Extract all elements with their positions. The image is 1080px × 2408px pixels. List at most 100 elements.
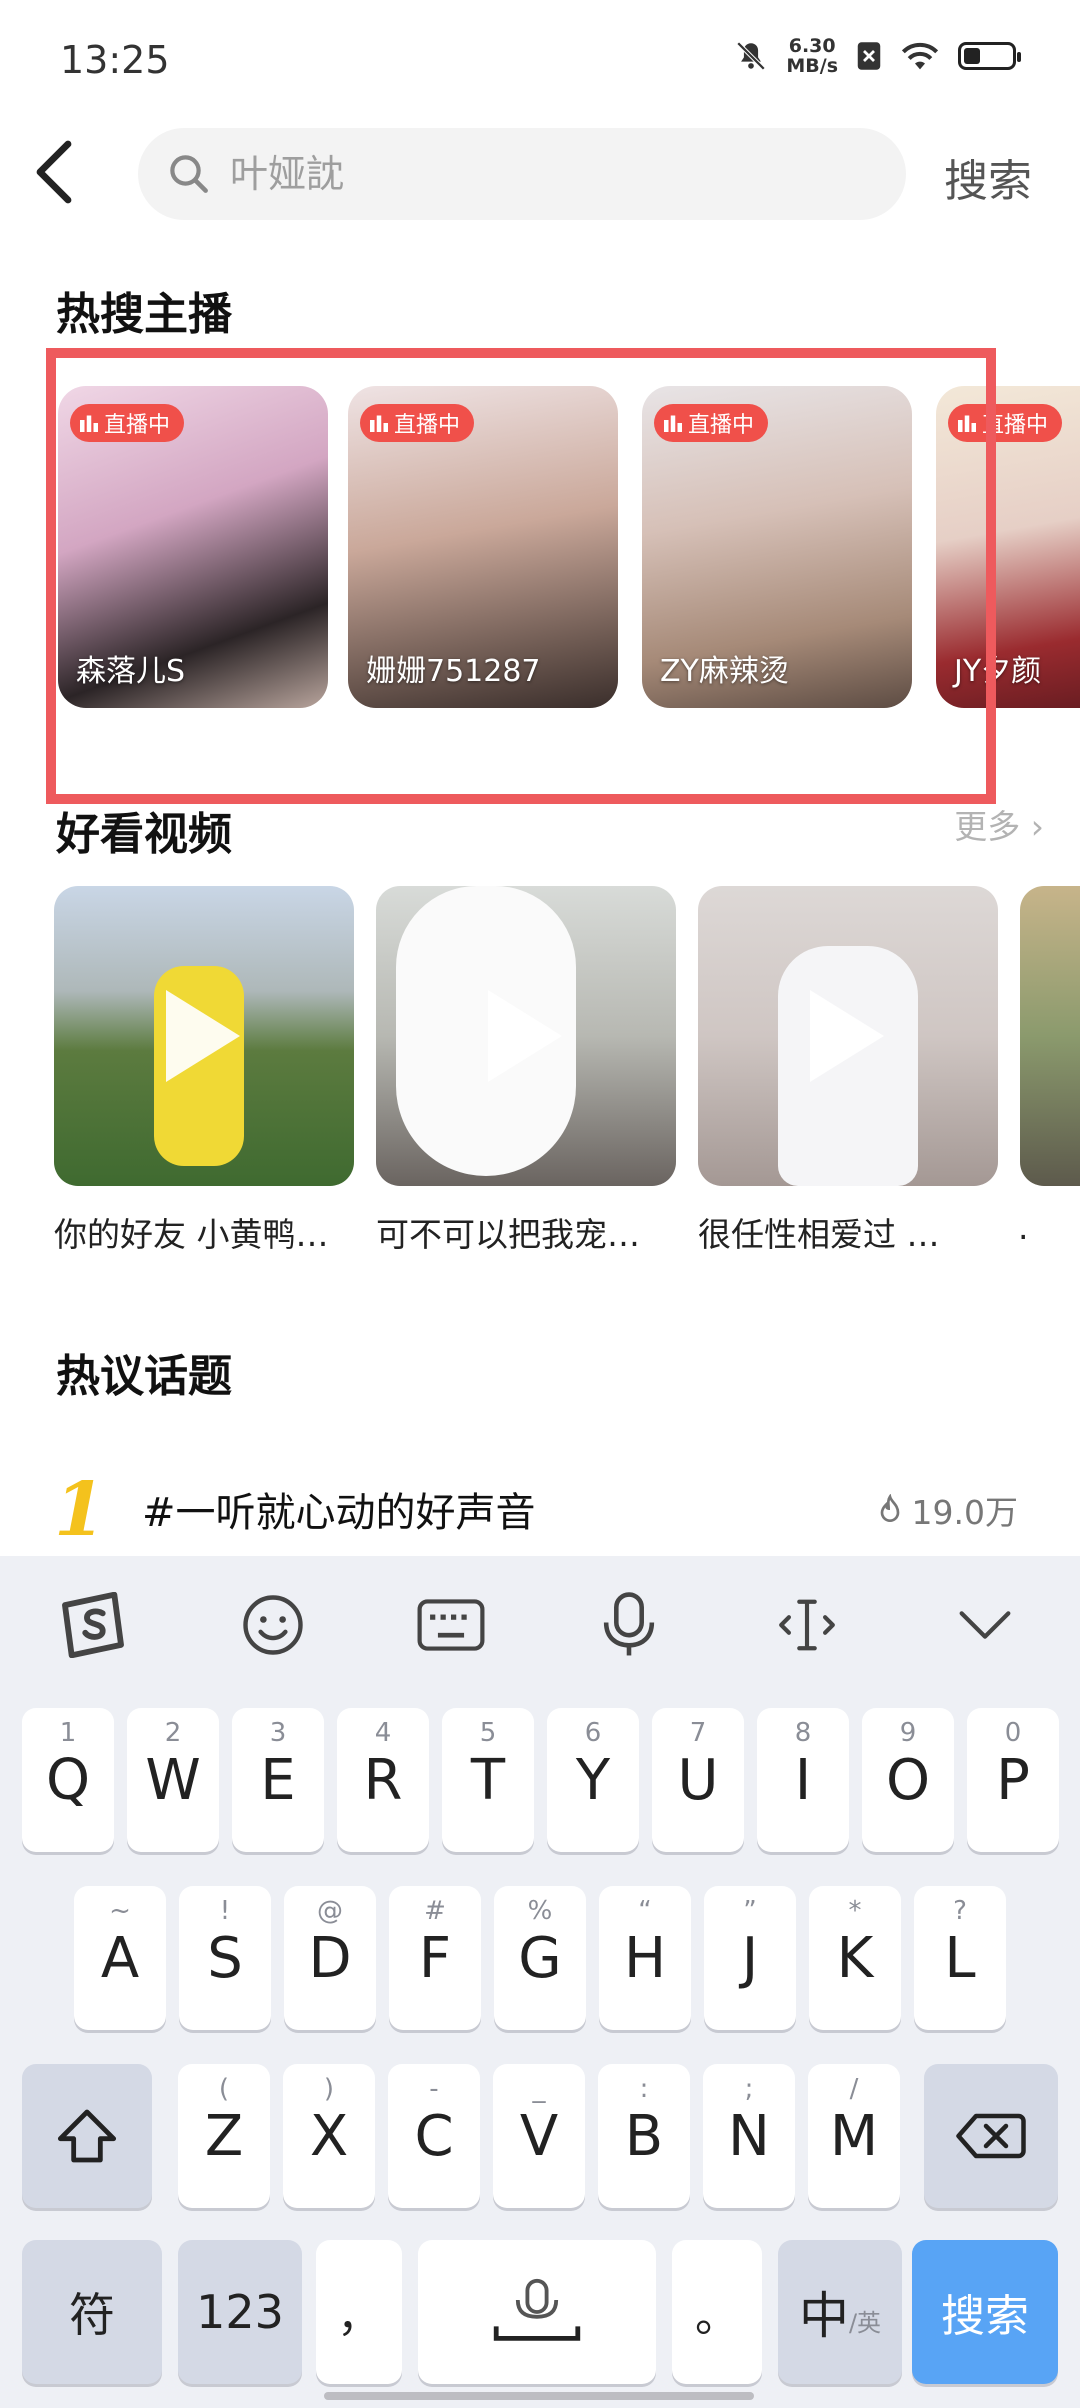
key-o[interactable]: 9O (862, 1708, 954, 1852)
symbols-key[interactable]: 符 (22, 2240, 162, 2384)
key-m[interactable]: / M (808, 2064, 900, 2208)
key-w[interactable]: 2W (127, 1708, 219, 1852)
key-e[interactable]: 3E (232, 1708, 324, 1852)
backspace-key[interactable] (924, 2064, 1058, 2208)
search-button[interactable]: 搜索 (944, 145, 1032, 209)
key-p[interactable]: 0P (967, 1708, 1059, 1852)
streamer-card[interactable]: 直播中 姗姗751287 (348, 386, 618, 708)
numbers-key[interactable]: 123 (178, 2240, 302, 2384)
topic-text[interactable]: #一听就心动的好声音 (142, 1480, 536, 1538)
smiley-icon (243, 1595, 303, 1655)
key-alt-char: “ (638, 1896, 652, 1926)
key-t[interactable]: 5T (442, 1708, 534, 1852)
key-h[interactable]: “H (599, 1886, 691, 2030)
key-v[interactable]: _ V (493, 2064, 585, 2208)
key-label: Q (45, 1747, 91, 1813)
streamer-card[interactable]: 直播中 森落儿S (58, 386, 328, 708)
play-icon (810, 990, 884, 1082)
emoji-icon[interactable] (238, 1590, 308, 1660)
key-alt-char: 9 (899, 1718, 917, 1748)
key-x[interactable]: ) X (283, 2064, 375, 2208)
mic-icon[interactable] (594, 1590, 664, 1660)
key-label: M (829, 2103, 879, 2169)
key-n[interactable]: ; N (703, 2064, 795, 2208)
key-c[interactable]: -C (388, 2064, 480, 2208)
key-z[interactable]: (Z (178, 2064, 270, 2208)
key-u[interactable]: 7U (652, 1708, 744, 1852)
key-alt-char: - (429, 2074, 439, 2104)
video-thumbnail[interactable] (1020, 886, 1080, 1186)
key-label: R (363, 1747, 403, 1813)
key-label: B (624, 2103, 664, 2169)
chevron-down-icon (959, 1611, 1011, 1639)
key-label: H (623, 1925, 667, 1991)
video-title: 你的好友 小黄鸭… (54, 1215, 329, 1254)
streamer-name: 森落儿S (76, 654, 186, 689)
key-q[interactable]: 1Q (22, 1708, 114, 1852)
video-thumbnail[interactable] (54, 886, 354, 1186)
key-d[interactable]: @ D (284, 1886, 376, 2030)
key-alt-char: 4 (374, 1718, 392, 1748)
more-videos-link[interactable]: 更多 › (954, 800, 1044, 848)
home-indicator (324, 2392, 754, 2400)
key-j[interactable]: ” J (704, 1886, 796, 2030)
live-badge: 直播中 (654, 404, 769, 442)
search-bar[interactable] (138, 128, 906, 220)
key-label: Z (204, 2103, 244, 2169)
lang-alt: /英 (848, 2308, 882, 2337)
key-label: W (145, 1747, 201, 1813)
comma-key[interactable]: ， (316, 2240, 402, 2384)
flame-icon (880, 1494, 899, 1522)
key-label: U (677, 1747, 719, 1813)
more-label: 更多 (954, 807, 1021, 846)
key-label: Y (575, 1747, 611, 1813)
backspace-icon (956, 2113, 1026, 2159)
space-key[interactable] (418, 2240, 656, 2384)
key-alt-char: ; (744, 2074, 754, 2104)
play-icon (166, 990, 240, 1082)
net-speed: 6.30 MB/s (786, 36, 838, 76)
key-l[interactable]: ? L (914, 1886, 1006, 2030)
sogou-icon[interactable] (58, 1590, 128, 1660)
streamer-card[interactable]: 直播中 ZY麻辣烫 (642, 386, 912, 708)
key-y[interactable]: 6Y (547, 1708, 639, 1852)
key-label: A (100, 1925, 140, 1991)
key-b[interactable]: :B (598, 2064, 690, 2208)
video-thumbnail[interactable] (698, 886, 998, 1186)
keyboard-layout-icon (417, 1599, 485, 1651)
chevron-right-icon: › (1030, 807, 1044, 846)
key-g[interactable]: % G (494, 1886, 586, 2030)
key-alt-char: 8 (794, 1718, 812, 1748)
live-badge: 直播中 (70, 404, 185, 442)
search-input[interactable] (228, 151, 832, 197)
key-label: T (470, 1747, 506, 1813)
key-a[interactable]: ~ A (74, 1886, 166, 2030)
live-badge-label: 直播中 (394, 413, 461, 438)
live-badge: 直播中 (948, 404, 1063, 442)
key-k[interactable]: * K (809, 1886, 901, 2030)
key-label: E (260, 1747, 296, 1813)
period-key[interactable]: 。 (672, 2240, 762, 2384)
topic-rank: 1 (54, 1467, 106, 1553)
key-r[interactable]: 4R (337, 1708, 429, 1852)
key-label: C (414, 2103, 454, 2169)
search-enter-key[interactable]: 搜索 (912, 2240, 1058, 2384)
battery-fill (964, 48, 980, 64)
back-button[interactable] (34, 140, 94, 210)
streamer-card[interactable]: 直播中 JY夕颜 (936, 386, 1080, 708)
keyboard-icon[interactable] (416, 1590, 486, 1660)
key-s[interactable]: ! S (179, 1886, 271, 2030)
topics-title: 热议话题 (56, 1351, 232, 1402)
shift-icon (57, 2109, 117, 2163)
key-label: O (885, 1747, 931, 1813)
key-f[interactable]: # F (389, 1886, 481, 2030)
cursor-icon[interactable] (772, 1590, 842, 1660)
lang-main: 中 (798, 2287, 849, 2345)
key-alt-char: 3 (269, 1718, 287, 1748)
key-i[interactable]: 8I (757, 1708, 849, 1852)
collapse-icon[interactable] (950, 1590, 1020, 1660)
streamer-name: ZY麻辣烫 (660, 654, 789, 689)
video-thumbnail[interactable] (376, 886, 676, 1186)
shift-key[interactable] (22, 2064, 152, 2208)
language-key[interactable]: 中/英 (778, 2240, 902, 2384)
